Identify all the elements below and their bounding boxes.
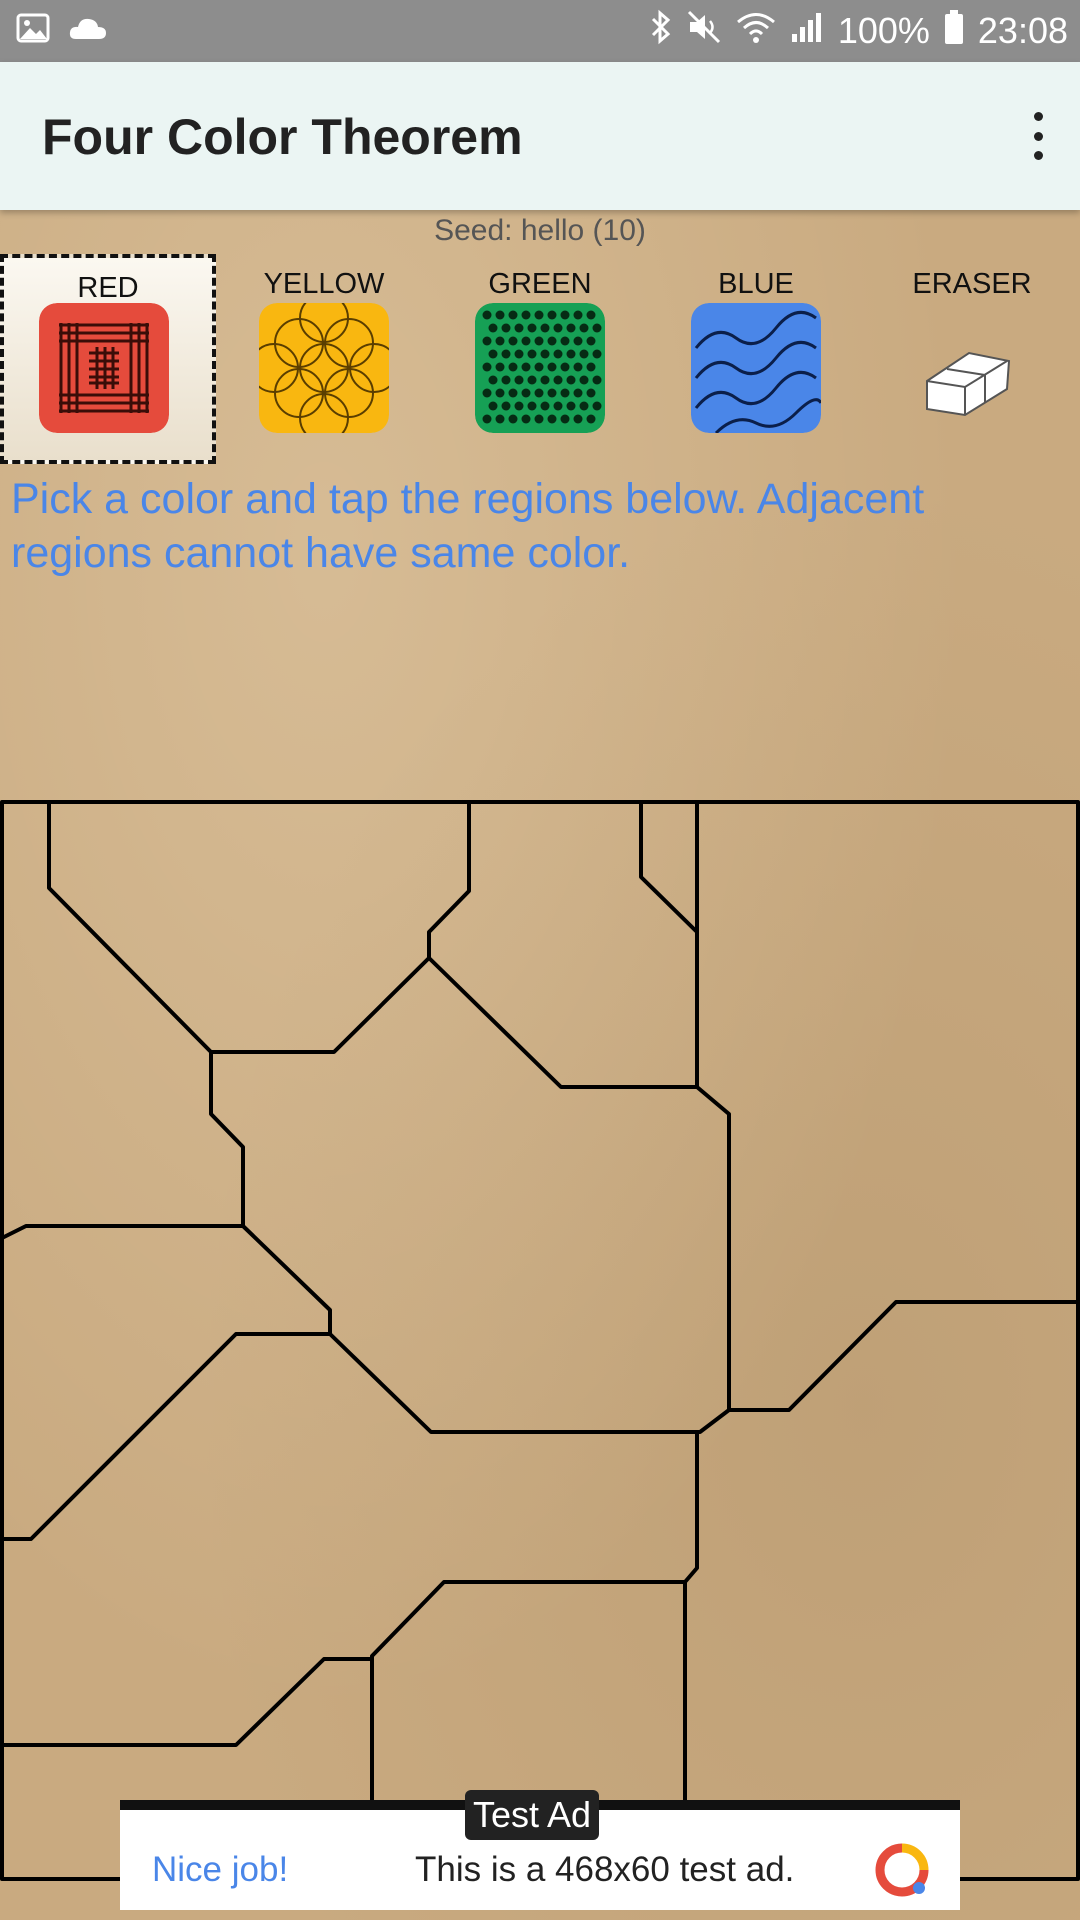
gallery-icon [16,13,50,48]
ad-body[interactable]: This is a 468x60 test ad. [415,1850,794,1890]
swatch-eraser[interactable]: ERASER [864,254,1080,464]
battery-icon [944,9,964,54]
status-bar: 100% 23:08 [0,0,1080,62]
app-bar: Four Color Theorem [0,62,1080,210]
wifi-icon [736,10,776,53]
seed-label: Seed: hello (10) [434,214,646,247]
swatch-red[interactable]: RED [0,254,216,464]
swatch-label-red: RED [77,272,139,304]
clock: 23:08 [977,10,1068,51]
bluetooth-icon [650,9,672,54]
mute-icon [686,9,722,54]
eraser-icon [907,303,1037,433]
test-ad-badge: Test Ad [465,1790,600,1840]
region-map [0,800,1080,1881]
app-title: Four Color Theorem [42,109,523,165]
swatch-yellow[interactable]: YELLOW [216,254,432,464]
swatch-label-green: GREEN [488,268,592,300]
swatch-green[interactable]: GREEN [432,254,648,464]
instructions-text: Pick a color and tap the regions below. … [11,475,925,577]
swatch-blue[interactable]: BLUE [648,254,864,464]
swatch-label-blue: BLUE [718,268,794,300]
color-palette: RED YELLOW GREEN BLUE ERASER [0,254,1080,464]
swatch-label-yellow: YELLOW [263,268,385,300]
blue-waves-pattern [691,303,821,433]
battery-percent: 100% [837,10,930,51]
more-vert-icon[interactable] [1018,106,1058,166]
swatch-label-eraser: ERASER [912,268,1032,300]
signal-icon [790,10,824,53]
ad-headline[interactable]: Nice job! [152,1850,288,1890]
ad-choices-logo-icon[interactable] [872,1840,932,1905]
green-dots-pattern [475,303,605,433]
cloud-icon [68,15,108,46]
game-area: Seed: hello (10) RED YELLOW GREEN BLUE E… [0,210,1080,1920]
yellow-rings-pattern [259,303,389,433]
red-weave-pattern [39,303,169,433]
ad-banner[interactable]: Nice job! This is a 468x60 test ad. Test… [120,1790,960,1910]
